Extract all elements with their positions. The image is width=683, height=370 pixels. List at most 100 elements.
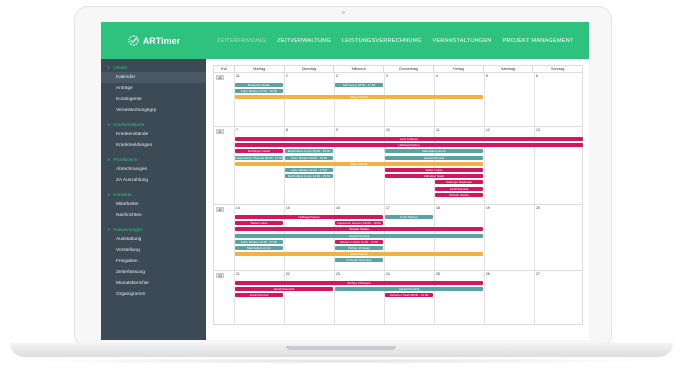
calendar-event[interactable]: Hagenleitner Thomas 09:00 - 17:00: [235, 155, 283, 160]
sidebar-item-za-auszahlung[interactable]: ZA Auszahlung: [101, 175, 206, 186]
calendar-event[interactable]: Rotzlinger David: [235, 149, 283, 154]
calendar-event[interactable]: Harald Dominik: [235, 233, 483, 238]
day-number: 19: [486, 206, 490, 210]
calendar-event[interactable]: Kuhn Markus 09:00 - 15:00: [285, 155, 333, 160]
day-number: 22: [286, 271, 290, 276]
calendar-event[interactable]: Maus Patrick: [235, 161, 483, 166]
calendar-event[interactable]: Jandl Dominic: [435, 186, 483, 191]
calendar-event[interactable]: Winkler Stefan: [435, 192, 483, 197]
calendar-event[interactable]: Maus Patrick: [235, 95, 483, 100]
nav-tab-leistungsverrechnung[interactable]: LEISTUNGSVERRECHNUNG: [342, 38, 422, 44]
calendar-event[interactable]: Richter Christoph: [235, 280, 483, 285]
day-number: 4: [436, 74, 438, 78]
sidebar-section-urlaub[interactable]: ∨ Urlaub: [101, 64, 206, 72]
week-number[interactable]: 40: [216, 75, 224, 80]
day-number: 2: [336, 74, 338, 78]
calendar-event[interactable]: Harald Dominik: [235, 286, 333, 291]
sidebar-item-ausstattung[interactable]: Ausstattung: [101, 234, 206, 245]
calendar-event[interactable]: Reiter Lukas: [235, 221, 283, 226]
calendar-event[interactable]: Harald Dominik: [385, 155, 483, 160]
week-number[interactable]: 43: [216, 272, 224, 278]
sidebar-item-kontingente[interactable]: Kontingente: [101, 94, 206, 105]
sidebar-section-auswertungen[interactable]: ∨ Auswertungen: [101, 226, 206, 234]
day-number: 5: [486, 74, 488, 78]
sidebar-section-krankenstände[interactable]: ∨ Krankenstände: [101, 121, 206, 129]
day-number: 10: [386, 128, 390, 132]
sidebar-item-monatsberichte[interactable]: Monatsberichte: [101, 278, 206, 289]
calendar-event[interactable]: Ingelmann Hannes 09:00 - 18:00: [335, 221, 383, 226]
calendar-event[interactable]: Zehetner Noah: [385, 174, 483, 179]
day-number: 16: [336, 206, 340, 210]
calendar-event[interactable]: Zehetner Noah 11:30 - 13:30: [335, 239, 383, 244]
week-number[interactable]: 42: [216, 207, 224, 212]
sidebar-item-krankmeldungen[interactable]: Krankmeldungen: [101, 140, 206, 151]
calendar-event[interactable]: Kuhn Markus 14:30 - 17:00: [235, 239, 283, 244]
sidebar-item-freigaben[interactable]: Freigaben: [101, 256, 206, 267]
column-header-montag: Montag: [233, 66, 284, 72]
sidebar-item-kalender[interactable]: Kalender: [101, 72, 206, 83]
calendar-event[interactable]: Gallinger Raphaela: [435, 180, 483, 185]
day-divider: [434, 270, 435, 324]
column-header-samstag: Samstag: [482, 66, 533, 72]
day-divider: [484, 205, 485, 270]
calendar-event[interactable]: Reiter Lukas: [385, 168, 483, 172]
sidebar-item-anträge[interactable]: Anträge: [101, 83, 206, 94]
calendar-event[interactable]: Kuhn Markus 12:00 - 16:00: [235, 89, 283, 94]
calendar-event[interactable]: Mattmüllers Armin 09:00 - 16:00: [285, 149, 333, 154]
sidebar-section-provisionen[interactable]: ∨ Provisionen: [101, 156, 206, 164]
calendar-event[interactable]: Deutsche Stefan: [235, 83, 283, 87]
app-name: ARTimer: [142, 35, 181, 46]
calendar-event[interactable]: Mattmüllers Armin: [235, 246, 283, 250]
sidebar-section-kontakte[interactable]: ∨ Kontakte: [101, 191, 206, 199]
day-divider: [484, 73, 485, 126]
calendar-event[interactable]: Hoffnagl Florian: [235, 143, 583, 148]
day-divider: [334, 73, 335, 126]
calendar-event[interactable]: Jandl Dominic: [235, 292, 283, 297]
sidebar-item-organigramm[interactable]: Organigramm: [101, 289, 206, 300]
sidebar-section-title: Urlaub: [113, 65, 127, 70]
nav-tab-zeiterfassung[interactable]: ZEITERFASSUNG: [217, 38, 266, 44]
calendar-event[interactable]: Still Georg 18:00 - 17:00: [335, 83, 383, 87]
nav-tab-zeitverwaltung[interactable]: ZEITVERWALTUNG: [277, 38, 331, 44]
day-number: 31: [236, 74, 240, 78]
calendar-event[interactable]: Kuhn Markus 11:00 - 17:00: [285, 168, 333, 172]
calendar-event[interactable]: Mattmüllers Armin: [385, 149, 483, 154]
calendar-event[interactable]: Mattmüllers Armin 14:00 - 15:00: [285, 174, 333, 179]
app-screen: ARTimer ZEITERFASSUNG ZEITVERWALTUNG LEIST…: [101, 22, 589, 340]
day-divider: [434, 73, 435, 126]
sidebar-item-vorstellung[interactable]: Vorstellung: [101, 245, 206, 256]
calendar-event[interactable]: Pocholitz Roswitha: [335, 258, 383, 263]
column-header-donnerstag: Donnerstag: [383, 66, 433, 72]
week-number[interactable]: 41: [216, 129, 224, 134]
nav-tab-projekt-management[interactable]: PROJEKT MANAGEMENT: [503, 38, 574, 44]
sidebar-item-mitarbeiter[interactable]: Mitarbeiter: [101, 199, 206, 210]
calendar-event[interactable]: Maus Patrick: [235, 252, 483, 257]
calendar-event[interactable]: Kuhn Markus: [385, 215, 433, 219]
sidebar-item-verantwortungsgrp[interactable]: Verantwortungsgrp: [101, 105, 206, 116]
day-number: 12: [486, 128, 490, 132]
sidebar-item-zeiterfassung[interactable]: Zeiterfassung: [101, 267, 206, 278]
day-divider: [534, 205, 535, 270]
day-number: 6: [536, 74, 538, 78]
calendar-event[interactable]: Harald Dominik: [335, 286, 483, 291]
day-number: 17: [386, 206, 390, 210]
chevron-down-icon: ∨: [107, 157, 111, 162]
laptop-frame: ARTimer ZEITERFASSUNG ZEITVERWALTUNG LEIST…: [74, 6, 612, 348]
sidebar-item-nachrichten[interactable]: Nachrichten: [101, 210, 206, 221]
calendar-event[interactable]: Winkler Stefan: [235, 227, 483, 232]
calendar-event[interactable]: Pichler Christian: [335, 246, 383, 250]
day-number: 14: [236, 206, 240, 210]
calendar-event[interactable]: Hoffnagl Florian: [235, 215, 383, 219]
calendar-event[interactable]: Zehetner Noah 08:00 - 12:00: [385, 292, 433, 297]
day-divider: [384, 73, 385, 126]
app-logo[interactable]: ARTimer: [101, 22, 206, 59]
camera-dot: [342, 11, 345, 14]
calendar-week-41: 41 7 8 9 10 11 12 13 Auer Andreas Hoffnagl Floria…: [213, 127, 583, 205]
day-number: 21: [236, 271, 240, 276]
day-number: 27: [536, 271, 540, 276]
day-divider: [284, 73, 285, 126]
sidebar-item-abrechnungen[interactable]: Abrechnungen: [101, 164, 206, 175]
calendar-event[interactable]: Auer Andreas: [235, 137, 583, 141]
sidebar-item-krankenstände[interactable]: Krankenstände: [101, 129, 206, 140]
nav-tab-veranstaltungen[interactable]: VERANSTALTUNGEN: [432, 38, 491, 44]
